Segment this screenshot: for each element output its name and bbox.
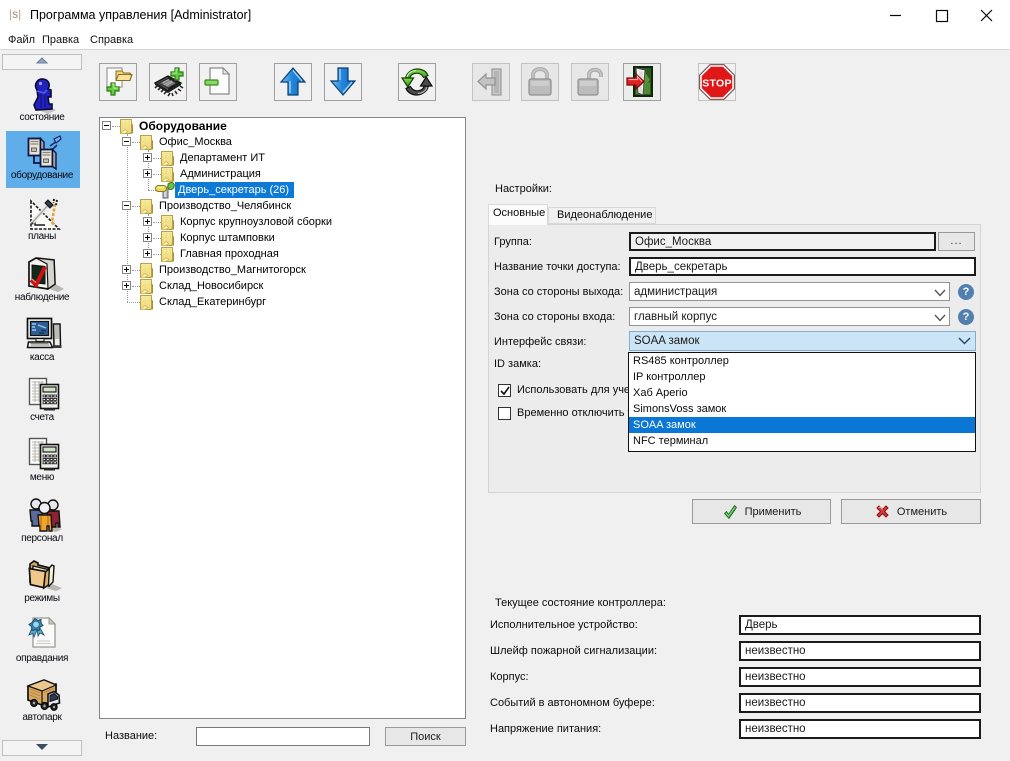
svg-text:STOP: STOP (702, 78, 732, 90)
